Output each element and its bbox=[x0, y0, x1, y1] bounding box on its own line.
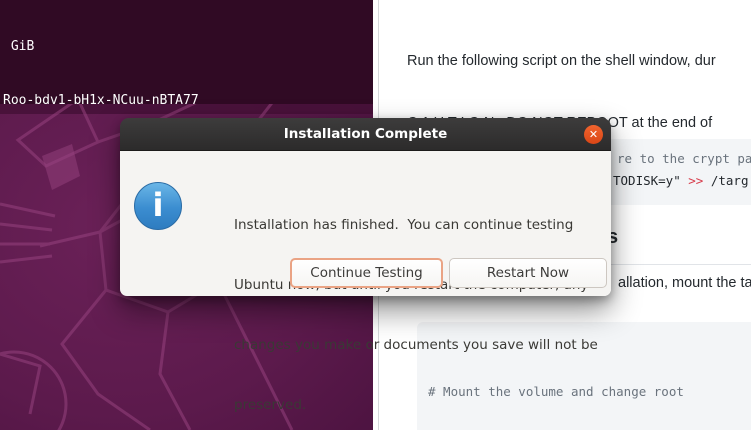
message-line: preserved. bbox=[234, 395, 598, 415]
close-button[interactable]: ✕ bbox=[584, 125, 603, 144]
terminal-line: GiB bbox=[3, 38, 376, 56]
terminal-window[interactable]: GiB Roo-bdv1-bH1x-NCuu-nBTA77 re to the … bbox=[0, 0, 376, 106]
paragraph-mount-fragment: allation, mount the ta bbox=[618, 272, 751, 296]
message-line: changes you make or documents you save w… bbox=[234, 335, 598, 355]
code-line-fragment: re to the crypt pa bbox=[617, 148, 751, 170]
dialog-title: Installation Complete bbox=[284, 126, 448, 142]
continue-testing-button[interactable]: Continue Testing bbox=[290, 258, 443, 288]
restart-now-button[interactable]: Restart Now bbox=[449, 258, 607, 288]
code-operator: >> bbox=[688, 173, 703, 188]
info-icon-glyph: i bbox=[153, 189, 164, 221]
close-icon: ✕ bbox=[589, 128, 598, 141]
info-icon: i bbox=[134, 182, 182, 230]
installation-complete-dialog: Installation Complete ✕ i Installation h… bbox=[120, 118, 611, 296]
dialog-message: Installation has finished. You can conti… bbox=[234, 175, 598, 430]
dialog-body: i Installation has finished. You can con… bbox=[120, 151, 611, 296]
dialog-titlebar[interactable]: Installation Complete ✕ bbox=[120, 118, 611, 151]
code-text: TODISK=y" bbox=[613, 173, 688, 188]
screen: GiB Roo-bdv1-bH1x-NCuu-nBTA77 re to the … bbox=[0, 0, 751, 430]
code-text: /targ bbox=[703, 173, 748, 188]
code-line-fragment: TODISK=y" >> /targ bbox=[613, 170, 748, 192]
message-line: Installation has finished. You can conti… bbox=[234, 215, 598, 235]
